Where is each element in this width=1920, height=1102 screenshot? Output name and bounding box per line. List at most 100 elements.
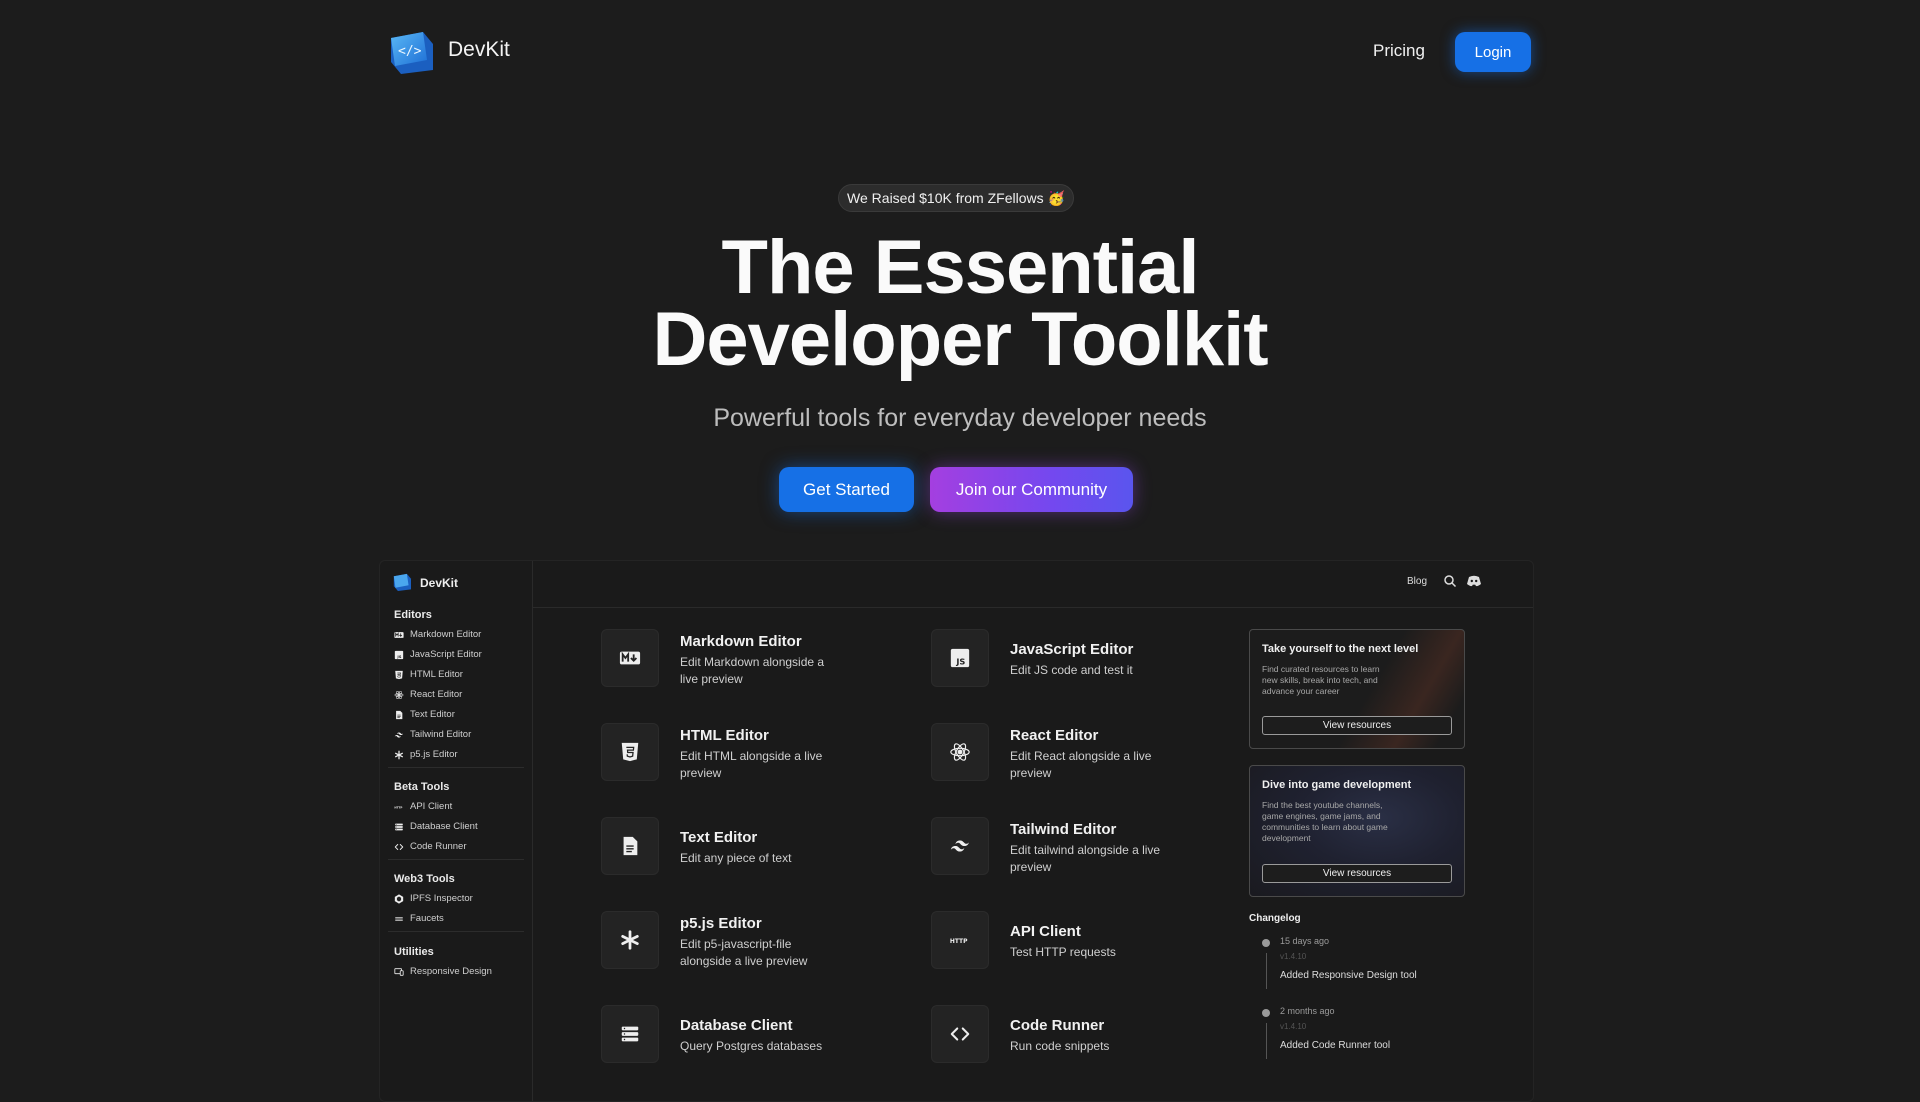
tool-description: Edit p5-javascript-file alongside a live… [680, 937, 808, 968]
svg-text:</>: </> [398, 44, 422, 59]
sidebar-item-html-editor[interactable]: HTML Editor [394, 669, 463, 680]
sidebar-item-label: Tailwind Editor [410, 729, 472, 740]
svg-text:HTTP: HTTP [394, 805, 402, 809]
sidebar-item-label: API Client [410, 801, 453, 812]
hero-title: The Essential Developer Toolkit [560, 225, 1360, 382]
faucet-icon [394, 914, 404, 924]
join-community-button[interactable]: Join our Community [930, 467, 1133, 512]
svg-text:HTTP: HTTP [950, 938, 968, 945]
sidebar-item-label: Markdown Editor [410, 629, 482, 640]
asterisk-icon[interactable] [601, 911, 659, 969]
http-icon[interactable]: HTTP [931, 911, 989, 969]
changelog-time: 15 days ago [1280, 936, 1330, 946]
promo-card-game-dev: Dive into game development Find the best… [1249, 765, 1465, 897]
sidebar-item-label: Responsive Design [410, 966, 492, 977]
devkit-logo-icon[interactable]: </> [387, 30, 435, 74]
changelog-entry: Added Code Runner tool [1280, 1040, 1391, 1051]
svg-text:JS: JS [396, 654, 401, 658]
markdown-icon[interactable] [601, 629, 659, 687]
blog-link[interactable]: Blog [1407, 576, 1427, 587]
promo-description: Find curated resources to learn new skil… [1262, 664, 1380, 696]
file-text-icon [394, 710, 404, 720]
brand-name[interactable]: DevKit [448, 38, 510, 62]
sidebar-item-label: Faucets [410, 913, 444, 924]
sidebar-divider [388, 859, 524, 860]
tailwind-icon [394, 730, 404, 740]
react-icon[interactable] [931, 723, 989, 781]
sidebar-divider [388, 767, 524, 768]
database-icon [394, 822, 404, 832]
sidebar-section-title: Utilities [394, 946, 434, 958]
changelog-dot [1262, 939, 1270, 947]
sidebar-item-p5-js-editor[interactable]: p5.js Editor [394, 749, 458, 760]
sidebar-item-javascript-editor[interactable]: JS JavaScript Editor [394, 649, 482, 660]
sidebar-item-text-editor[interactable]: Text Editor [394, 709, 455, 720]
app-preview: DevKit Editors Markdown Editor JS JavaScrip… [379, 560, 1534, 1102]
promo-description: Find the best youtube channels, game eng… [1262, 800, 1388, 843]
sidebar-item-ipfs-inspector[interactable]: IPFS Inspector [394, 893, 473, 904]
sidebar-section-title: Editors [394, 609, 432, 621]
svg-text:JS: JS [955, 656, 965, 666]
code-icon [394, 842, 404, 852]
sidebar-item-api-client[interactable]: HTTP API Client [394, 801, 452, 812]
announcement-badge[interactable]: We Raised $10K from ZFellows 🥳 [838, 184, 1074, 212]
sidebar-item-markdown-editor[interactable]: Markdown Editor [394, 629, 481, 640]
markdown-icon [394, 630, 404, 640]
sidebar-item-label: Database Client [410, 821, 478, 832]
sidebar-item-label: p5.js Editor [410, 749, 458, 760]
app-topbar: Blog [532, 561, 1533, 608]
tool-title-markdown-editor[interactable]: Markdown Editor [680, 633, 802, 650]
search-icon[interactable] [1443, 574, 1457, 588]
sidebar-divider [388, 931, 524, 932]
hero-title-line-1: The Essential [721, 225, 1200, 310]
tool-title-tailwind-editor[interactable]: Tailwind Editor [1010, 821, 1116, 838]
asterisk-icon [394, 750, 404, 760]
javascript-icon[interactable]: JS [931, 629, 989, 687]
tool-title-text-editor[interactable]: Text Editor [680, 829, 757, 846]
sidebar-item-database-client[interactable]: Database Client [394, 821, 478, 832]
login-button[interactable]: Login [1455, 32, 1531, 72]
tool-description: Edit JS code and test it [1010, 663, 1133, 677]
promo-title: Take yourself to the next level [1262, 643, 1419, 655]
html5-icon [394, 670, 404, 680]
changelog-line [1266, 1023, 1267, 1059]
tool-title-react-editor[interactable]: React Editor [1010, 727, 1098, 744]
tool-description: Edit any piece of text [680, 851, 792, 865]
code-icon[interactable] [931, 1005, 989, 1063]
changelog-time: 2 months ago [1280, 1006, 1335, 1016]
sidebar-item-responsive-design[interactable]: Responsive Design [394, 966, 492, 977]
hero-subtitle: Powerful tools for everyday developer ne… [713, 404, 1207, 432]
sidebar-item-faucets[interactable]: Faucets [394, 913, 444, 924]
tool-title-api-client[interactable]: API Client [1010, 923, 1081, 940]
sidebar-brand[interactable]: DevKit [420, 576, 458, 590]
view-resources-button[interactable]: View resources [1262, 864, 1452, 883]
react-icon [394, 690, 404, 700]
sidebar-item-tailwind-editor[interactable]: Tailwind Editor [394, 729, 471, 740]
sidebar-item-react-editor[interactable]: React Editor [394, 689, 462, 700]
tailwind-icon[interactable] [931, 817, 989, 875]
get-started-button[interactable]: Get Started [779, 467, 914, 512]
nav-pricing-link[interactable]: Pricing [1373, 41, 1425, 61]
devkit-logo-icon[interactable] [392, 573, 412, 591]
tool-description: Edit React alongside a live preview [1010, 749, 1152, 780]
javascript-icon: JS [394, 650, 404, 660]
tool-title-javascript-editor[interactable]: JavaScript Editor [1010, 641, 1133, 658]
database-icon[interactable] [601, 1005, 659, 1063]
html5-icon[interactable] [601, 723, 659, 781]
sidebar-item-code-runner[interactable]: Code Runner [394, 841, 467, 852]
sidebar-item-label: IPFS Inspector [410, 893, 473, 904]
file-text-icon[interactable] [601, 817, 659, 875]
tool-title-p5-js-editor[interactable]: p5.js Editor [680, 915, 762, 932]
changelog-entry: Added Responsive Design tool [1280, 970, 1417, 981]
view-resources-button[interactable]: View resources [1262, 716, 1452, 735]
responsive-icon [394, 967, 404, 977]
tool-title-html-editor[interactable]: HTML Editor [680, 727, 769, 744]
changelog-line [1266, 953, 1267, 989]
ipfs-icon [394, 893, 404, 904]
discord-icon[interactable] [1466, 574, 1482, 588]
sidebar: DevKit Editors Markdown Editor JS JavaScrip… [380, 561, 533, 1101]
tool-title-database-client[interactable]: Database Client [680, 1017, 793, 1034]
tool-title-code-runner[interactable]: Code Runner [1010, 1017, 1104, 1034]
hero-title-line-2: Developer Toolkit [652, 297, 1268, 382]
changelog-title: Changelog [1249, 913, 1301, 924]
